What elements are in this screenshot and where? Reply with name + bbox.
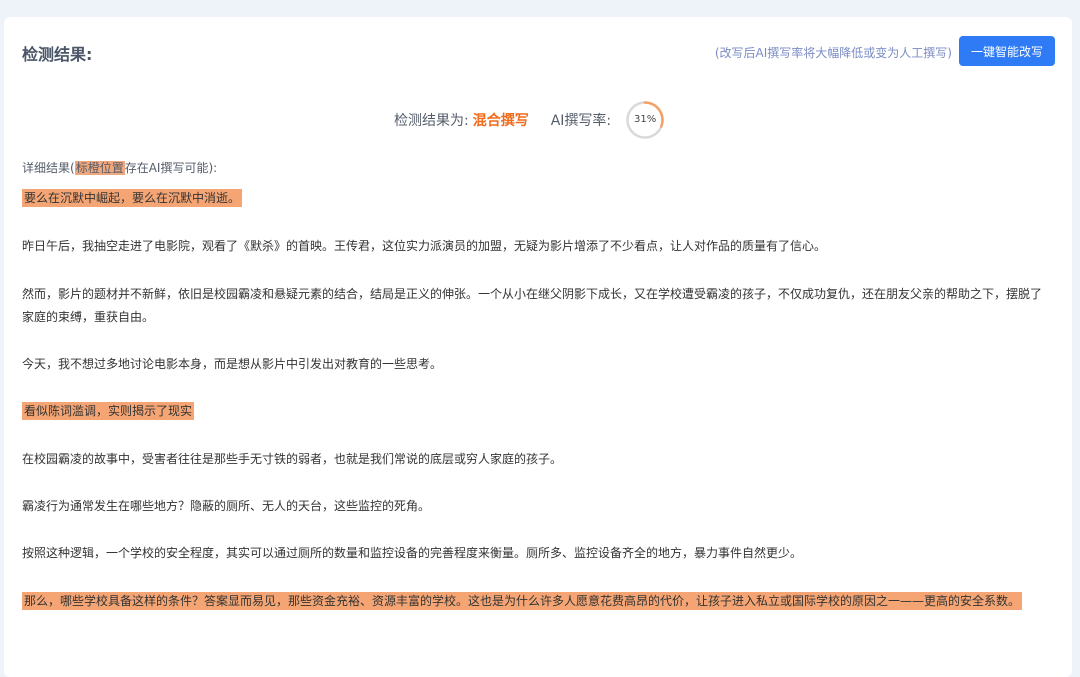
paragraph: 霸凌行为通常发生在哪些地方？隐蔽的厕所、无人的天台，这些监控的死角。 bbox=[22, 495, 1050, 518]
ai-rate-ring: 31% bbox=[625, 100, 665, 140]
paragraph: 按照这种逻辑，一个学校的安全程度，其实可以通过厕所的数量和监控设备的完善程度来衡… bbox=[22, 542, 1050, 565]
paragraph: 那么，哪些学校具备这样的条件？答案显而易见，那些资金充裕、资源丰富的学校。这也是… bbox=[22, 590, 1050, 613]
paragraph-text: 昨日午后，我抽空走进了电影院，观看了《默杀》的首映。王传君，这位实力派演员的加盟… bbox=[22, 239, 827, 253]
result-label: 检测结果为: bbox=[394, 113, 469, 129]
detail-prefix: 详细结果( bbox=[22, 161, 75, 175]
smart-rewrite-button[interactable]: 一键智能改写 bbox=[959, 36, 1055, 66]
ai-rate-label: AI撰写率: bbox=[550, 113, 612, 129]
paragraph-text: 霸凌行为通常发生在哪些地方？隐蔽的厕所、无人的天台，这些监控的死角。 bbox=[22, 499, 431, 513]
paragraph-text: 然而，影片的题材并不新鲜，依旧是校园霸凌和悬疑元素的结合，结局是正义的伸张。一个… bbox=[22, 287, 1043, 324]
paragraph: 今天，我不想过多地讨论电影本身，而是想从影片中引发出对教育的一些思考。 bbox=[22, 353, 1050, 376]
paragraph: 在校园霸凌的故事中，受害者往往是那些手无寸铁的弱者，也就是我们常说的底层或穷人家… bbox=[22, 448, 1050, 471]
paragraph-text: 那么，哪些学校具备这样的条件？答案显而易见，那些资金充裕、资源丰富的学校。这也是… bbox=[22, 592, 1023, 610]
paragraph: 昨日午后，我抽空走进了电影院，观看了《默杀》的首映。王传君，这位实力派演员的加盟… bbox=[22, 235, 1050, 258]
detail-suffix: 存在AI撰写可能): bbox=[124, 161, 218, 175]
ai-rate-value: 31% bbox=[634, 114, 657, 125]
paragraph-text: 在校园霸凌的故事中，受害者往往是那些手无寸铁的弱者，也就是我们常说的底层或穷人家… bbox=[22, 452, 563, 466]
panel-title: 检测结果: bbox=[22, 45, 93, 64]
detail-mark-sample: 标橙位置 bbox=[74, 161, 125, 175]
rewrite-hint: (改写后AI撰写率将大幅降低或变为人工撰写) bbox=[714, 46, 952, 60]
paragraph: 看似陈词滥调，实则揭示了现实 bbox=[22, 400, 1050, 423]
paragraph-text: 今天，我不想过多地讨论电影本身，而是想从影片中引发出对教育的一些思考。 bbox=[22, 357, 443, 371]
detection-result-panel: 检测结果: (改写后AI撰写率将大幅降低或变为人工撰写) 一键智能改写 检测结果… bbox=[4, 17, 1072, 677]
result-value: 混合撰写 bbox=[472, 113, 529, 129]
detail-legend: 详细结果(标橙位置存在AI撰写可能): bbox=[22, 159, 217, 176]
result-summary: 检测结果为: 混合撰写 AI撰写率: 31% bbox=[394, 100, 665, 140]
paragraph-text: 要么在沉默中崛起，要么在沉默中消逝。 bbox=[22, 189, 243, 207]
paragraph: 要么在沉默中崛起，要么在沉默中消逝。 bbox=[22, 187, 1050, 210]
paragraph: 然而，影片的题材并不新鲜，依旧是校园霸凌和悬疑元素的结合，结局是正义的伸张。一个… bbox=[22, 283, 1050, 329]
paragraph-text: 按照这种逻辑，一个学校的安全程度，其实可以通过厕所的数量和监控设备的完善程度来衡… bbox=[22, 546, 803, 560]
paragraph-text: 看似陈词滥调，实则揭示了现实 bbox=[22, 402, 195, 420]
